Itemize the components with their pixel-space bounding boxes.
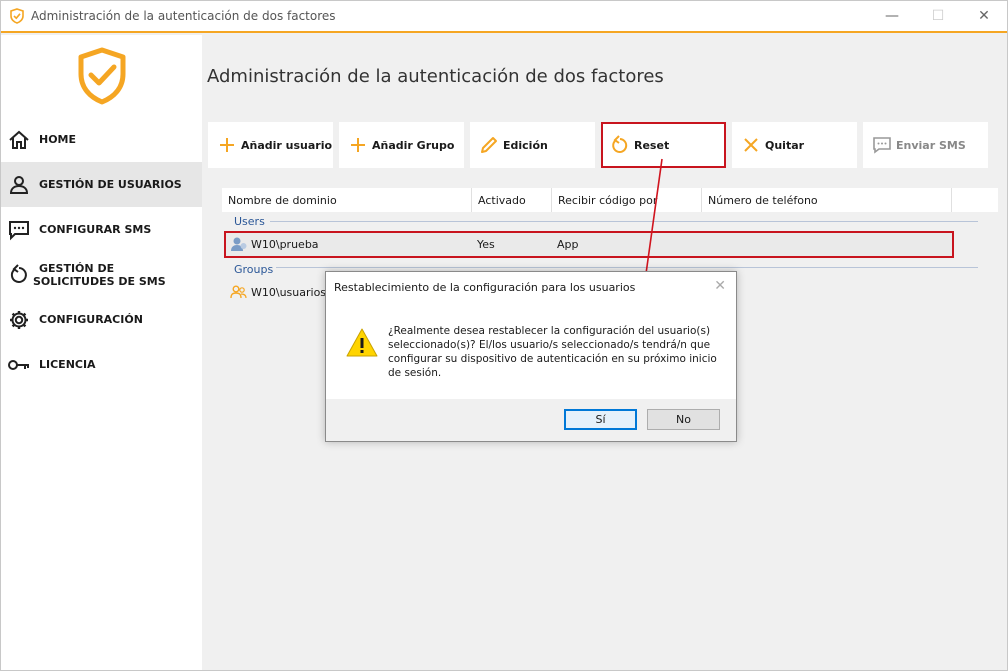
reset-icon bbox=[7, 263, 31, 287]
pencil-icon bbox=[478, 134, 500, 156]
user-method-cell: App bbox=[557, 237, 579, 251]
add-user-button[interactable]: Añadir usuario bbox=[208, 122, 333, 168]
key-icon bbox=[7, 353, 31, 377]
add-group-button[interactable]: Añadir Grupo bbox=[339, 122, 464, 168]
dialog-title: Restablecimiento de la configuración par… bbox=[334, 281, 636, 294]
dialog-message: ¿Realmente desea restablecer la configur… bbox=[388, 325, 717, 379]
window-title: Administración de la autenticación de do… bbox=[31, 9, 336, 23]
group-divider bbox=[276, 267, 978, 268]
group-icon bbox=[230, 280, 248, 304]
user-enabled-cell: Yes bbox=[477, 237, 495, 251]
sms-icon bbox=[7, 218, 31, 242]
sidebar-item-label: LICENCIA bbox=[39, 358, 96, 371]
plus-icon bbox=[216, 134, 238, 156]
add-user-label: Añadir usuario bbox=[241, 138, 333, 152]
maximize-button[interactable]: ☐ bbox=[915, 1, 961, 31]
sidebar-item-license[interactable]: LICENCIA bbox=[1, 342, 202, 387]
users-group-header: Users bbox=[222, 215, 998, 232]
home-icon bbox=[7, 128, 31, 152]
x-icon bbox=[740, 134, 762, 156]
sidebar: HOME GESTIÓN DE USUARIOS CONFIGURAR SMS … bbox=[1, 35, 202, 670]
toolbar: Añadir usuario Añadir Grupo Edición Rese… bbox=[208, 122, 994, 168]
send-sms-button[interactable]: Enviar SMS bbox=[863, 122, 988, 168]
grid-header: Nombre de dominio Activado Recibir códig… bbox=[222, 188, 998, 212]
dialog-close-button[interactable]: ✕ bbox=[714, 278, 726, 294]
sidebar-item-label: GESTIÓN DE SOLICITUDES DE SMS bbox=[33, 261, 166, 288]
app-window: Administración de la autenticación de do… bbox=[0, 0, 1008, 671]
add-group-label: Añadir Grupo bbox=[372, 138, 455, 152]
user-icon bbox=[7, 173, 31, 197]
sidebar-item-label: CONFIGURACIÓN bbox=[39, 313, 143, 326]
table-row[interactable]: W10\prueba Yes App bbox=[224, 231, 954, 258]
send-sms-label: Enviar SMS bbox=[896, 138, 966, 152]
sidebar-item-sms-requests[interactable]: GESTIÓN DE SOLICITUDES DE SMS bbox=[1, 252, 202, 297]
reset-confirmation-dialog: Restablecimiento de la configuración par… bbox=[325, 271, 737, 442]
plus-icon bbox=[347, 134, 369, 156]
column-header-enabled[interactable]: Activado bbox=[472, 188, 552, 212]
sidebar-item-label: CONFIGURAR SMS bbox=[39, 223, 152, 236]
page-title: Administración de la autenticación de do… bbox=[207, 66, 664, 87]
gear-icon bbox=[7, 308, 31, 332]
no-button[interactable]: No bbox=[647, 409, 720, 430]
sms-icon bbox=[871, 134, 893, 156]
column-header-method[interactable]: Recibir código por bbox=[552, 188, 702, 212]
user-name-cell: W10\prueba bbox=[251, 237, 319, 251]
reset-icon bbox=[609, 134, 631, 156]
remove-button[interactable]: Quitar bbox=[732, 122, 857, 168]
reset-label: Reset bbox=[634, 138, 670, 152]
column-header-domain[interactable]: Nombre de dominio bbox=[222, 188, 472, 212]
close-button[interactable]: ✕ bbox=[961, 1, 1007, 31]
title-bar: Administración de la autenticación de do… bbox=[1, 1, 1007, 33]
remove-label: Quitar bbox=[765, 138, 805, 152]
warning-icon bbox=[346, 328, 378, 357]
column-header-phone[interactable]: Número de teléfono bbox=[702, 188, 952, 212]
reset-button[interactable]: Reset bbox=[601, 122, 726, 168]
sidebar-item-configure-sms[interactable]: CONFIGURAR SMS bbox=[1, 207, 202, 252]
column-header-spacer bbox=[952, 188, 998, 212]
shield-check-icon bbox=[10, 8, 24, 24]
sidebar-item-home[interactable]: HOME bbox=[1, 117, 202, 162]
dialog-footer: Sí No bbox=[326, 399, 736, 441]
sidebar-item-label: HOME bbox=[39, 133, 77, 146]
sidebar-item-configuration[interactable]: CONFIGURACIÓN bbox=[1, 297, 202, 342]
group-divider bbox=[270, 221, 978, 222]
sidebar-nav: HOME GESTIÓN DE USUARIOS CONFIGURAR SMS … bbox=[1, 117, 202, 387]
edit-button[interactable]: Edición bbox=[470, 122, 595, 168]
group-name-cell: W10\usuarios bbox=[251, 285, 327, 299]
edit-label: Edición bbox=[503, 138, 548, 152]
window-controls: — ☐ ✕ bbox=[869, 1, 1007, 31]
yes-button[interactable]: Sí bbox=[564, 409, 637, 430]
sidebar-item-user-management[interactable]: GESTIÓN DE USUARIOS bbox=[1, 162, 202, 207]
user-icon bbox=[230, 232, 248, 256]
shield-logo-icon bbox=[78, 47, 126, 105]
minimize-button[interactable]: — bbox=[869, 1, 915, 31]
sidebar-item-label: GESTIÓN DE USUARIOS bbox=[39, 178, 182, 191]
